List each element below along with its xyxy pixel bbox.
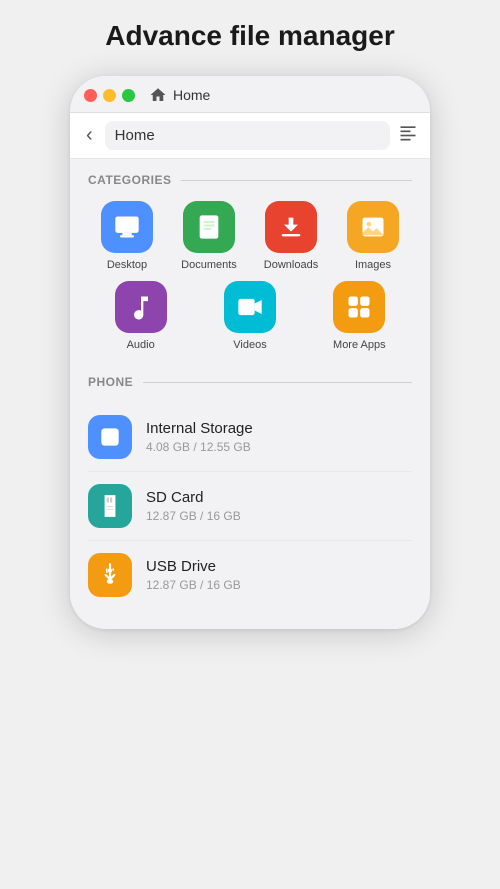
window-bar: Home bbox=[70, 76, 430, 113]
phone-label: PHONE bbox=[88, 375, 133, 389]
nav-bar: ‹ bbox=[70, 113, 430, 159]
phone-header: PHONE bbox=[88, 375, 412, 389]
usb-name: USB Drive bbox=[146, 558, 241, 575]
category-videos[interactable]: Videos bbox=[197, 281, 302, 351]
categories-section: CATEGORIES Desktop bbox=[70, 159, 430, 361]
sdcard-name: SD Card bbox=[146, 489, 241, 506]
categories-divider bbox=[181, 180, 412, 181]
sdcard-icon bbox=[88, 484, 132, 528]
category-documents[interactable]: Documents bbox=[170, 201, 248, 271]
dot-green[interactable] bbox=[122, 89, 135, 102]
category-downloads[interactable]: Downloads bbox=[252, 201, 330, 271]
storage-item-sdcard[interactable]: SD Card 12.87 GB / 16 GB bbox=[88, 472, 412, 541]
storage-item-internal[interactable]: Internal Storage 4.08 GB / 12.55 GB bbox=[88, 403, 412, 472]
phone-section: PHONE Internal Storage bbox=[70, 361, 430, 609]
path-input[interactable] bbox=[105, 121, 390, 150]
images-label: Images bbox=[355, 259, 391, 271]
internal-storage-size: 4.08 GB / 12.55 GB bbox=[146, 440, 253, 454]
window-title: Home bbox=[173, 87, 210, 103]
category-images[interactable]: Images bbox=[334, 201, 412, 271]
category-audio[interactable]: Audio bbox=[88, 281, 193, 351]
documents-label: Documents bbox=[181, 259, 237, 271]
internal-storage-info: Internal Storage 4.08 GB / 12.55 GB bbox=[146, 420, 253, 454]
categories-header: CATEGORIES bbox=[88, 173, 412, 187]
usb-icon bbox=[88, 553, 132, 597]
videos-label: Videos bbox=[233, 339, 266, 351]
dot-red[interactable] bbox=[84, 89, 97, 102]
downloads-label: Downloads bbox=[264, 259, 318, 271]
documents-icon-bg bbox=[183, 201, 235, 253]
categories-row1: Desktop Documents bbox=[88, 201, 412, 281]
sdcard-info: SD Card 12.87 GB / 16 GB bbox=[146, 489, 241, 523]
desktop-label: Desktop bbox=[107, 259, 147, 271]
phone-frame: Home ‹ CATEGORIES bbox=[70, 76, 430, 629]
usb-size: 12.87 GB / 16 GB bbox=[146, 578, 241, 592]
app-content: ‹ CATEGORIES bbox=[70, 113, 430, 629]
dot-orange[interactable] bbox=[103, 89, 116, 102]
window-title-area: Home bbox=[149, 86, 210, 104]
videos-icon-bg bbox=[224, 281, 276, 333]
phone-divider bbox=[143, 382, 412, 383]
list-view-icon[interactable] bbox=[398, 123, 418, 148]
storage-list: Internal Storage 4.08 GB / 12.55 GB bbox=[88, 403, 412, 609]
back-button[interactable]: ‹ bbox=[82, 124, 97, 147]
usb-info: USB Drive 12.87 GB / 16 GB bbox=[146, 558, 241, 592]
category-more-apps[interactable]: More Apps bbox=[307, 281, 412, 351]
categories-row2: Audio Videos bbox=[88, 281, 412, 361]
more-apps-icon-bg bbox=[333, 281, 385, 333]
internal-storage-name: Internal Storage bbox=[146, 420, 253, 437]
desktop-icon-bg bbox=[101, 201, 153, 253]
audio-icon-bg bbox=[115, 281, 167, 333]
category-desktop[interactable]: Desktop bbox=[88, 201, 166, 271]
page-title: Advance file manager bbox=[105, 20, 394, 52]
categories-label: CATEGORIES bbox=[88, 173, 171, 187]
sdcard-size: 12.87 GB / 16 GB bbox=[146, 509, 241, 523]
storage-item-usb[interactable]: USB Drive 12.87 GB / 16 GB bbox=[88, 541, 412, 609]
audio-label: Audio bbox=[127, 339, 155, 351]
downloads-icon-bg bbox=[265, 201, 317, 253]
internal-storage-icon bbox=[88, 415, 132, 459]
more-apps-label: More Apps bbox=[333, 339, 386, 351]
home-icon bbox=[149, 86, 167, 104]
images-icon-bg bbox=[347, 201, 399, 253]
